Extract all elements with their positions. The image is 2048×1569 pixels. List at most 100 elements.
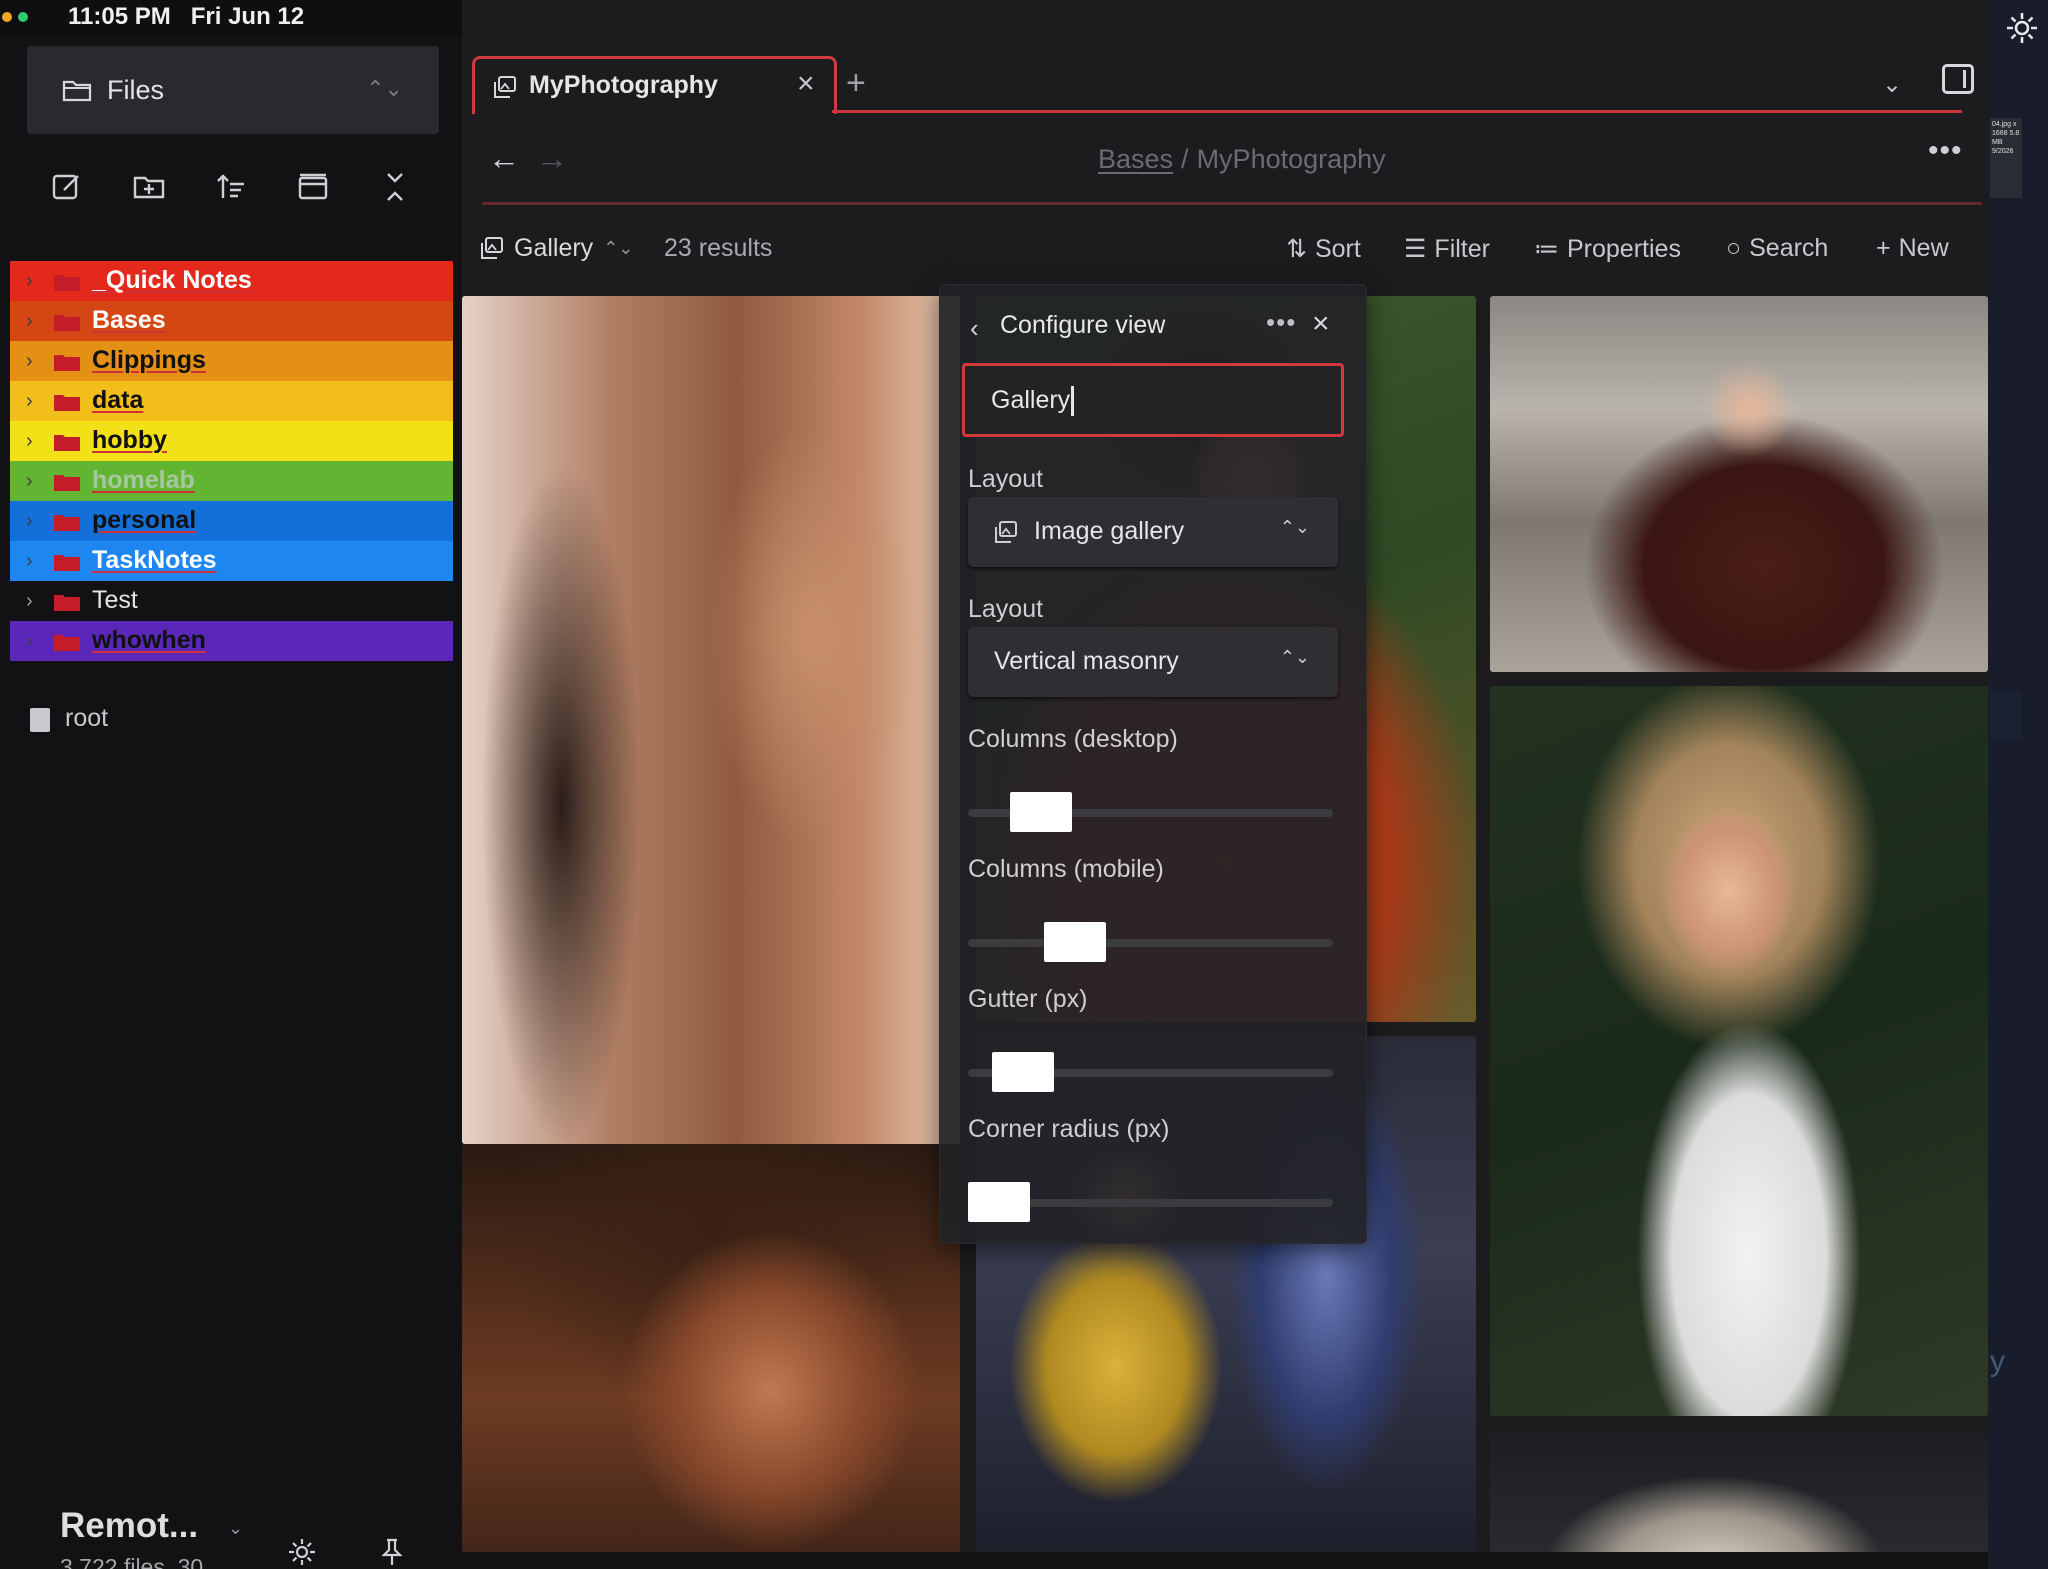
select-value: Vertical masonry — [994, 647, 1179, 675]
results-count: 23 results — [664, 234, 773, 262]
slider-label-corner-radius: Corner radius (px) — [968, 1115, 1170, 1143]
new-folder-icon[interactable] — [132, 170, 166, 204]
chevron-right-icon[interactable]: › — [26, 550, 33, 573]
vault-switcher[interactable]: Remot... ⌄ 3,722 files, 30... — [60, 1506, 260, 1569]
chevron-right-icon[interactable]: › — [26, 430, 33, 453]
chevron-right-icon[interactable]: › — [26, 470, 33, 493]
folder-item[interactable]: › _Quick Notes — [10, 261, 453, 301]
folder-label: Bases — [92, 306, 166, 334]
folder-item[interactable]: › Bases — [10, 301, 453, 341]
layout-type-select[interactable]: Image gallery ⌃⌄ — [968, 497, 1338, 567]
forward-arrow-icon[interactable]: → — [536, 140, 568, 177]
breadcrumb: Bases / MyPhotography — [1098, 144, 1386, 175]
chevron-right-icon[interactable]: › — [26, 390, 33, 413]
slider-thumb[interactable] — [1010, 792, 1072, 832]
new-button[interactable]: + New — [1876, 234, 1949, 263]
toggle-right-sidebar-icon[interactable] — [1942, 64, 1974, 94]
expand-collapse-icon[interactable] — [378, 170, 412, 204]
sidebar-view-label: Files — [107, 75, 165, 105]
updown-chevron-icon: ⌃⌄ — [366, 76, 403, 101]
sort-arrows-icon: ⇅ — [1286, 235, 1307, 263]
more-options-icon[interactable]: ••• — [1266, 307, 1296, 338]
chevron-right-icon[interactable]: › — [26, 350, 33, 373]
gallery-photo[interactable] — [1490, 296, 1988, 672]
filter-button[interactable]: ☰ Filter — [1404, 234, 1490, 264]
slider-thumb[interactable] — [1044, 922, 1106, 962]
slider-thumb[interactable] — [968, 1182, 1030, 1222]
columns-desktop-slider[interactable] — [968, 791, 1333, 832]
folder-item[interactable]: › homelab — [10, 461, 453, 501]
peek-file-info: 04.jpg x 1668 5.8 MB 9/2026 — [1990, 118, 2022, 198]
peek-thumbnail — [1990, 690, 2022, 740]
view-switcher[interactable]: Gallery ⌃⌄ — [480, 234, 633, 263]
close-icon[interactable]: × — [1312, 307, 1330, 341]
back-chevron-icon[interactable]: ‹ — [970, 313, 979, 344]
gallery-photo[interactable] — [1490, 686, 1988, 1416]
sidebar-view-switcher[interactable]: Files ⌃⌄ — [27, 46, 439, 134]
close-tab-icon[interactable]: × — [797, 67, 815, 101]
gallery-photo[interactable] — [1490, 1432, 1988, 1569]
tab-myphotography[interactable]: MyPhotography × — [472, 56, 837, 114]
chevron-right-icon[interactable]: › — [26, 310, 33, 333]
slider-thumb[interactable] — [992, 1052, 1054, 1092]
folder-icon — [54, 633, 80, 651]
folder-item[interactable]: › hobby — [10, 421, 453, 461]
file-icon — [30, 708, 50, 732]
folder-item[interactable]: › data — [10, 381, 453, 421]
settings-gear-icon[interactable] — [286, 1536, 318, 1568]
status-clock: 11:05 PM Fri Jun 12 — [68, 3, 305, 30]
chevron-right-icon[interactable]: › — [26, 630, 33, 653]
sort-button[interactable]: ⇅ Sort — [1286, 234, 1361, 264]
gallery-icon — [995, 521, 1017, 543]
new-note-icon[interactable] — [50, 170, 84, 204]
gallery-icon — [494, 76, 516, 98]
gallery-photo[interactable] — [462, 1144, 960, 1569]
right-edge-background — [1988, 0, 2048, 1569]
settings-gear-icon[interactable] — [2004, 10, 2040, 46]
back-arrow-icon[interactable]: ← — [488, 140, 520, 177]
file-item-root[interactable]: root — [30, 702, 230, 738]
properties-button[interactable]: ≔ Properties — [1534, 234, 1681, 264]
folder-label: hobby — [92, 426, 167, 454]
chevron-right-icon[interactable]: › — [26, 590, 33, 613]
configure-view-panel: ‹ Configure view ••• × Gallery Layout Im… — [939, 284, 1367, 1244]
folder-label: Clippings — [92, 346, 206, 374]
view-name-input-value: Gallery — [991, 386, 1071, 414]
view-name-field[interactable]: Gallery — [962, 363, 1344, 437]
folder-item[interactable]: › personal — [10, 501, 453, 541]
more-options-icon[interactable]: ••• — [1928, 134, 1963, 168]
columns-mobile-slider[interactable] — [968, 921, 1333, 962]
pin-icon[interactable] — [376, 1536, 408, 1568]
folder-item[interactable]: › TaskNotes — [10, 541, 453, 581]
corner-radius-slider[interactable] — [968, 1181, 1333, 1222]
gutter-slider[interactable] — [968, 1051, 1333, 1092]
folder-icon — [54, 513, 80, 531]
folder-item[interactable]: › Clippings — [10, 341, 453, 381]
folder-icon — [62, 80, 92, 102]
folder-label: _Quick Notes — [92, 266, 252, 294]
chevron-right-icon[interactable]: › — [26, 510, 33, 533]
bottom-bar — [462, 1552, 1988, 1569]
new-tab-plus-icon[interactable]: + — [846, 64, 866, 103]
base-toolbar: Gallery ⌃⌄ 23 results ⇅ Sort ☰ Filter ≔ Prop… — [462, 222, 1988, 278]
sort-icon[interactable] — [214, 170, 248, 204]
chevron-right-icon[interactable]: › — [26, 270, 33, 293]
tab-list-chevron-icon[interactable]: ⌄ — [1882, 70, 1902, 99]
window-dots — [2, 12, 28, 22]
gallery-photo[interactable] — [462, 296, 960, 1144]
folder-icon — [54, 393, 80, 411]
search-button[interactable]: ○ Search — [1726, 234, 1828, 263]
folder-item[interactable]: › Test — [10, 581, 453, 621]
breadcrumb-current[interactable]: MyPhotography — [1197, 144, 1386, 174]
chevron-down-icon: ⌄ — [228, 1518, 244, 1538]
window-dot-green[interactable] — [18, 12, 28, 22]
select-value: Image gallery — [1034, 517, 1185, 545]
vault-stats: 3,722 files, 30... — [60, 1554, 223, 1569]
breadcrumb-parent[interactable]: Bases — [1098, 144, 1173, 174]
updown-chevron-icon: ⌃⌄ — [1279, 517, 1310, 537]
folder-icon — [54, 433, 80, 451]
collapse-all-icon[interactable] — [296, 170, 330, 204]
window-dot-yellow[interactable] — [2, 12, 12, 22]
masonry-layout-select[interactable]: Vertical masonry ⌃⌄ — [968, 627, 1338, 697]
folder-item[interactable]: › whowhen — [10, 621, 453, 661]
